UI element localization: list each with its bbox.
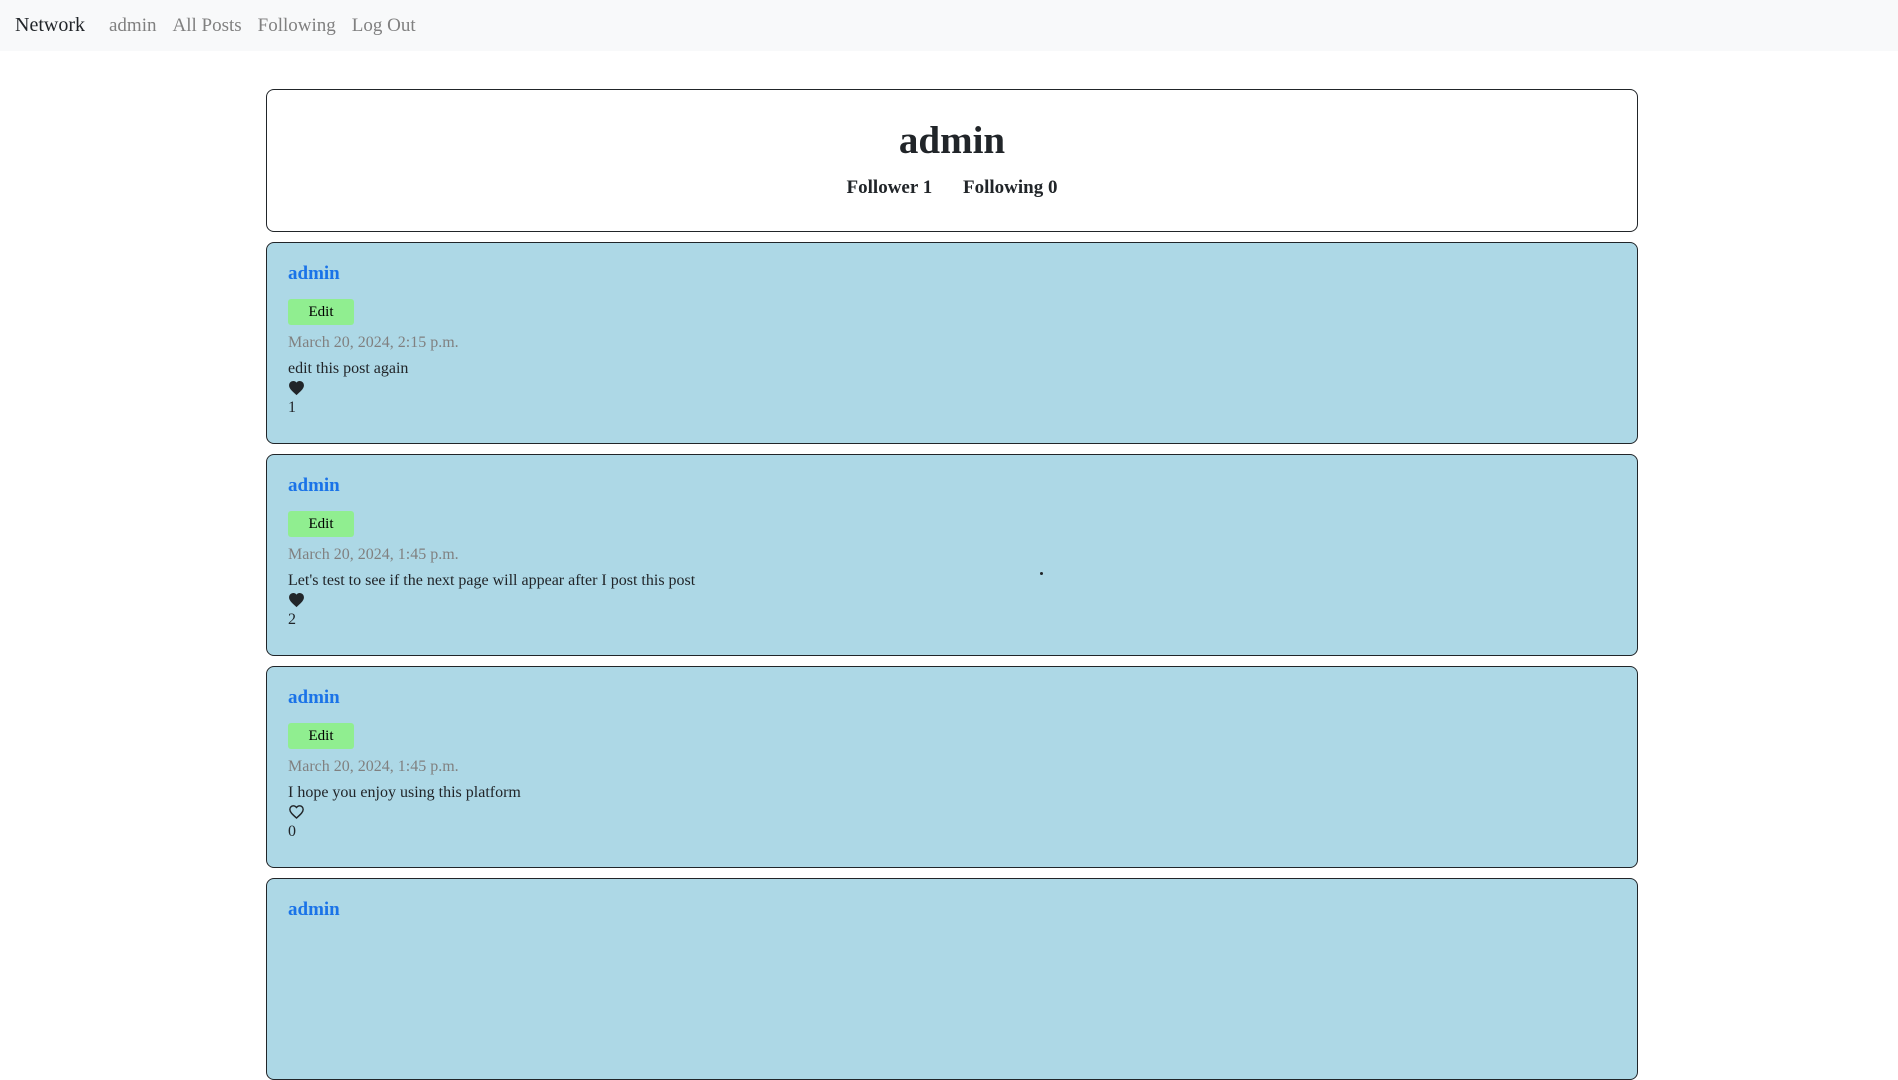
profile-card: admin Follower 1 Following 0: [266, 89, 1638, 232]
profile-stats: Follower 1 Following 0: [267, 177, 1637, 199]
like-count: 1: [288, 399, 296, 416]
post-timestamp: March 20, 2024, 2:15 p.m.: [288, 334, 459, 351]
post-timestamp: March 20, 2024, 1:45 p.m.: [288, 546, 459, 563]
following-count: Following 0: [962, 177, 1058, 198]
post-content: Let's test to see if the next page will …: [288, 572, 696, 589]
post-author-link[interactable]: admin: [288, 263, 1616, 285]
heart-filled-icon[interactable]: [288, 592, 305, 608]
profile-username: admin: [898, 119, 1006, 162]
main-container: admin Follower 1 Following 0 admin Edit …: [266, 89, 1638, 1080]
like-count: 2: [288, 611, 296, 628]
post-timestamp: March 20, 2024, 1:45 p.m.: [288, 758, 459, 775]
post-content: I hope you enjoy using this platform: [288, 784, 521, 801]
post-author-link[interactable]: admin: [288, 899, 1616, 921]
nav-link-profile[interactable]: admin: [109, 15, 157, 37]
post-card: admin Edit March 20, 2024, 2:15 p.m. edi…: [266, 242, 1638, 444]
nav-link-following[interactable]: Following: [258, 15, 336, 37]
like-count: 0: [288, 823, 296, 840]
post-content: edit this post again: [288, 360, 409, 377]
heart-filled-icon[interactable]: [288, 380, 305, 396]
brand-link[interactable]: Network: [15, 14, 85, 37]
navbar: Network admin All Posts Following Log Ou…: [0, 0, 1898, 51]
heart-outline-icon[interactable]: [288, 804, 305, 820]
edit-button[interactable]: Edit: [288, 723, 354, 749]
nav-links: admin All Posts Following Log Out: [109, 15, 432, 37]
post-card: admin Edit March 20, 2024, 1:45 p.m. Let…: [266, 454, 1638, 656]
mouse-cursor-dot: [1040, 572, 1043, 575]
edit-button[interactable]: Edit: [288, 511, 354, 537]
post-card: admin: [266, 878, 1638, 1080]
post-author-link[interactable]: admin: [288, 687, 1616, 709]
post-card: admin Edit March 20, 2024, 1:45 p.m. I h…: [266, 666, 1638, 868]
post-author-link[interactable]: admin: [288, 475, 1616, 497]
nav-link-all-posts[interactable]: All Posts: [172, 15, 241, 37]
follower-count: Follower 1: [846, 177, 933, 198]
nav-link-logout[interactable]: Log Out: [352, 15, 416, 37]
edit-button[interactable]: Edit: [288, 299, 354, 325]
